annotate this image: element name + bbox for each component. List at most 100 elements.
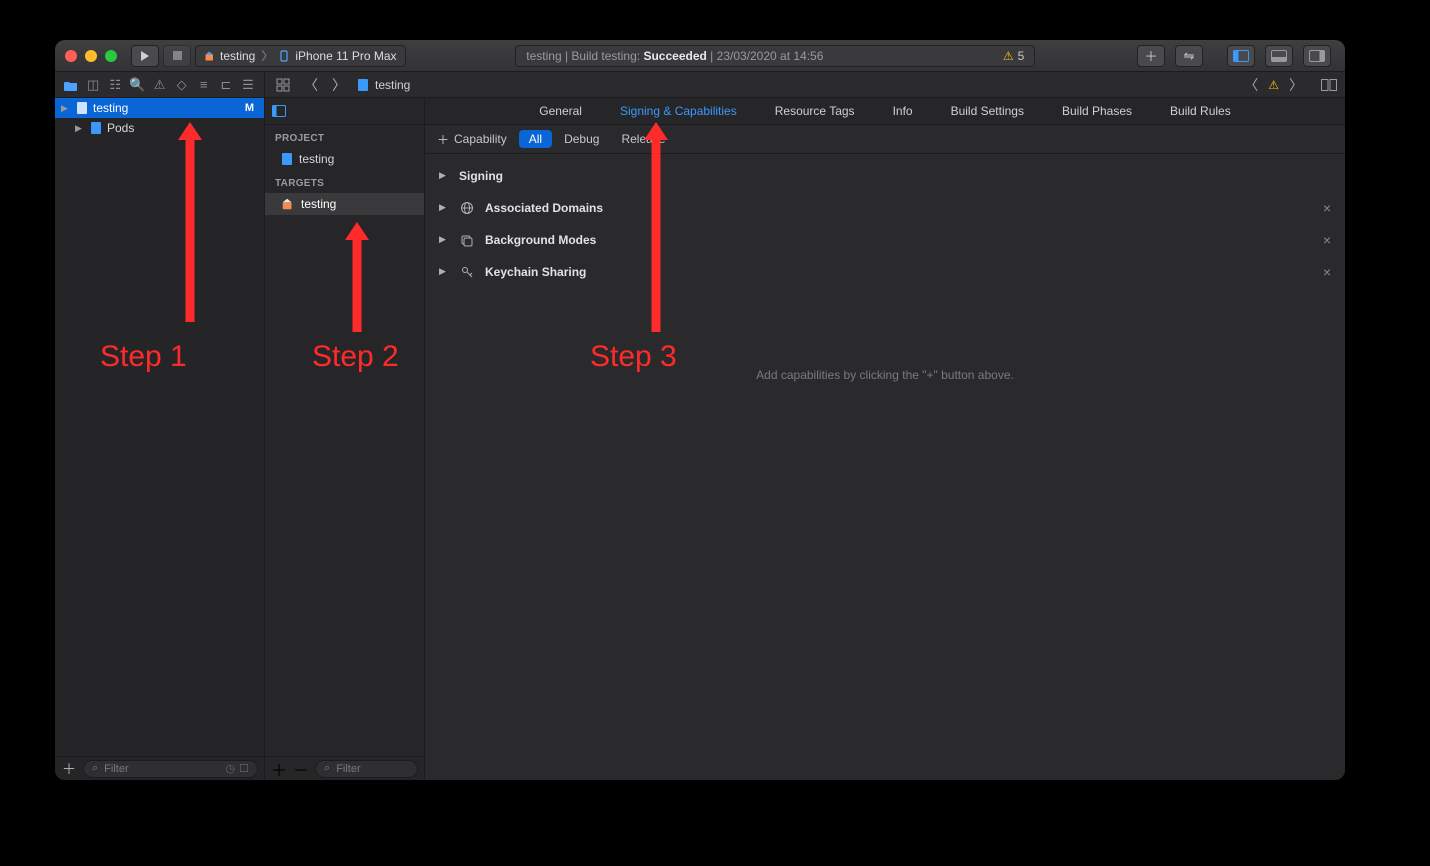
test-navigator-icon[interactable]: ◇	[174, 76, 190, 93]
app-target-icon	[281, 197, 295, 211]
titlebar-right-controls: ＋ ⇋	[1137, 45, 1335, 67]
disclosure-triangle-icon[interactable]: ▶	[439, 170, 449, 181]
toggle-targets-list-icon[interactable]	[271, 103, 287, 119]
activity-status-bar[interactable]: testing | Build testing: Succeeded | 23/…	[515, 45, 1035, 67]
capability-row-signing[interactable]: ▶ Signing	[439, 160, 1331, 192]
navigator-selector: ◫ ☷ 🔍 ⚠ ◇ ≡ ⊏ ☰	[55, 72, 265, 97]
breadcrumb[interactable]: testing	[357, 78, 410, 92]
nav-row: ◫ ☷ 🔍 ⚠ ◇ ≡ ⊏ ☰ 〈 〉 testing 〈 ⚠ 〉	[55, 72, 1345, 98]
find-navigator-icon[interactable]: 🔍	[129, 76, 145, 93]
toggle-navigator-button[interactable]	[1227, 45, 1255, 67]
status-warning-badge[interactable]: ⚠ 5	[1003, 49, 1024, 63]
toggle-debug-area-button[interactable]	[1265, 45, 1293, 67]
capability-toolbar: ＋ Capability All Debug Release	[425, 125, 1345, 154]
segment-all[interactable]: All	[519, 130, 552, 148]
editor-tabs: General Signing & Capabilities Resource …	[425, 98, 1345, 125]
status-prefix: testing | Build testing:	[526, 49, 640, 63]
capability-row-background-modes[interactable]: ▶ Background Modes ×	[439, 224, 1331, 256]
related-items-icon[interactable]	[273, 75, 293, 95]
project-navigator-icon[interactable]	[63, 76, 79, 93]
nav-back-button[interactable]: 〈	[301, 75, 321, 95]
toggle-inspectors-button[interactable]	[1303, 45, 1331, 67]
segment-release[interactable]: Release	[611, 130, 675, 148]
disclosure-triangle-icon[interactable]: ▶	[61, 103, 71, 114]
editor-layout-icon[interactable]	[1321, 79, 1337, 91]
tab-build-settings[interactable]: Build Settings	[949, 100, 1026, 122]
file-navigator: ▶ testing M ▶ Pods ＋ ⌕ Filter ◷☐	[55, 98, 265, 780]
key-icon	[459, 265, 475, 279]
status-result: Succeeded	[643, 49, 706, 63]
scm-filter-icon[interactable]: ☐	[239, 762, 249, 775]
disclosure-triangle-icon[interactable]: ▶	[75, 123, 85, 134]
remove-capability-button[interactable]: ×	[1323, 264, 1331, 280]
file-filter-input[interactable]: ⌕ Filter ◷☐	[83, 760, 258, 778]
issue-navigator-icon[interactable]: ⚠	[151, 76, 167, 93]
add-target-button[interactable]: ＋	[271, 757, 287, 781]
xcodeproj-icon	[281, 152, 293, 166]
layers-icon	[459, 233, 475, 247]
targets-footer: ＋ － ⌕ Filter	[265, 756, 424, 780]
filter-placeholder: Filter	[104, 763, 128, 775]
run-button[interactable]	[131, 45, 159, 67]
tab-general[interactable]: General	[537, 100, 584, 122]
remove-target-button[interactable]: －	[293, 757, 309, 781]
tree-row-pods[interactable]: ▶ Pods	[55, 118, 264, 138]
capabilities-list: ▶ Signing ▶ Associated Domains × ▶ Backg…	[425, 154, 1345, 388]
remove-capability-button[interactable]: ×	[1323, 200, 1331, 216]
tab-build-phases[interactable]: Build Phases	[1060, 100, 1134, 122]
warning-count: 5	[1018, 49, 1025, 63]
project-tree[interactable]: ▶ testing M ▶ Pods	[55, 98, 264, 756]
target-row[interactable]: testing	[265, 193, 424, 215]
capabilities-hint: Add capabilities by clicking the "+" but…	[439, 368, 1331, 382]
scheme-selector[interactable]: testing 〉 iPhone 11 Pro Max	[195, 45, 406, 67]
filter-placeholder: Filter	[336, 763, 360, 775]
search-icon: ⌕	[324, 762, 330, 775]
main-body: ▶ testing M ▶ Pods ＋ ⌕ Filter ◷☐	[55, 98, 1345, 780]
code-review-button[interactable]: ⇋	[1175, 45, 1203, 67]
titlebar: testing 〉 iPhone 11 Pro Max testing | Bu…	[55, 40, 1345, 72]
breakpoint-navigator-icon[interactable]: ⊏	[218, 76, 234, 93]
warning-icon: ⚠	[1003, 49, 1014, 63]
scm-modified-badge: M	[245, 102, 258, 114]
nav-forward-button[interactable]: 〉	[329, 75, 349, 95]
disclosure-triangle-icon[interactable]: ▶	[439, 202, 449, 213]
add-capability-button[interactable]: ＋ Capability	[437, 131, 507, 148]
status-timestamp: 23/03/2020 at 14:56	[717, 49, 824, 63]
minimize-window-button[interactable]	[85, 50, 97, 62]
capability-name: Background Modes	[485, 233, 596, 247]
capability-row-keychain-sharing[interactable]: ▶ Keychain Sharing ×	[439, 256, 1331, 288]
config-segmented-control: All Debug Release	[519, 130, 676, 148]
mini-warning-icon[interactable]: ⚠	[1268, 78, 1279, 92]
tab-resource-tags[interactable]: Resource Tags	[773, 100, 857, 122]
tab-build-rules[interactable]: Build Rules	[1168, 100, 1233, 122]
capability-row-associated-domains[interactable]: ▶ Associated Domains ×	[439, 192, 1331, 224]
project-row[interactable]: testing	[265, 148, 424, 170]
stop-button[interactable]	[163, 45, 191, 67]
file-navigator-footer: ＋ ⌕ Filter ◷☐	[55, 756, 264, 780]
disclosure-triangle-icon[interactable]: ▶	[439, 234, 449, 245]
tree-row-project[interactable]: ▶ testing M	[55, 98, 264, 118]
project-name: testing	[299, 152, 334, 166]
symbol-navigator-icon[interactable]: ☷	[107, 76, 123, 93]
targets-sidebar: PROJECT testing TARGETS testing ＋ － ⌕ Fi…	[265, 98, 425, 780]
debug-navigator-icon[interactable]: ≡	[196, 76, 212, 93]
library-plus-button[interactable]: ＋	[1137, 45, 1165, 67]
remove-capability-button[interactable]: ×	[1323, 232, 1331, 248]
zoom-window-button[interactable]	[105, 50, 117, 62]
disclosure-triangle-icon[interactable]: ▶	[439, 266, 449, 277]
tab-info[interactable]: Info	[891, 100, 915, 122]
add-capability-label: Capability	[454, 132, 507, 146]
jump-forward-icon[interactable]: 〉	[1289, 75, 1303, 95]
device-icon	[279, 50, 291, 62]
recent-filter-icon[interactable]: ◷	[226, 762, 236, 775]
close-window-button[interactable]	[65, 50, 77, 62]
source-control-navigator-icon[interactable]: ◫	[85, 76, 101, 93]
add-file-button[interactable]: ＋	[61, 759, 77, 779]
target-filter-input[interactable]: ⌕ Filter	[315, 760, 418, 778]
report-navigator-icon[interactable]: ☰	[240, 76, 256, 93]
project-editor: General Signing & Capabilities Resource …	[425, 98, 1345, 780]
tab-signing-capabilities[interactable]: Signing & Capabilities	[618, 100, 739, 122]
segment-debug[interactable]: Debug	[554, 130, 609, 148]
scheme-target: testing	[220, 49, 255, 63]
jump-back-icon[interactable]: 〈	[1244, 75, 1258, 95]
